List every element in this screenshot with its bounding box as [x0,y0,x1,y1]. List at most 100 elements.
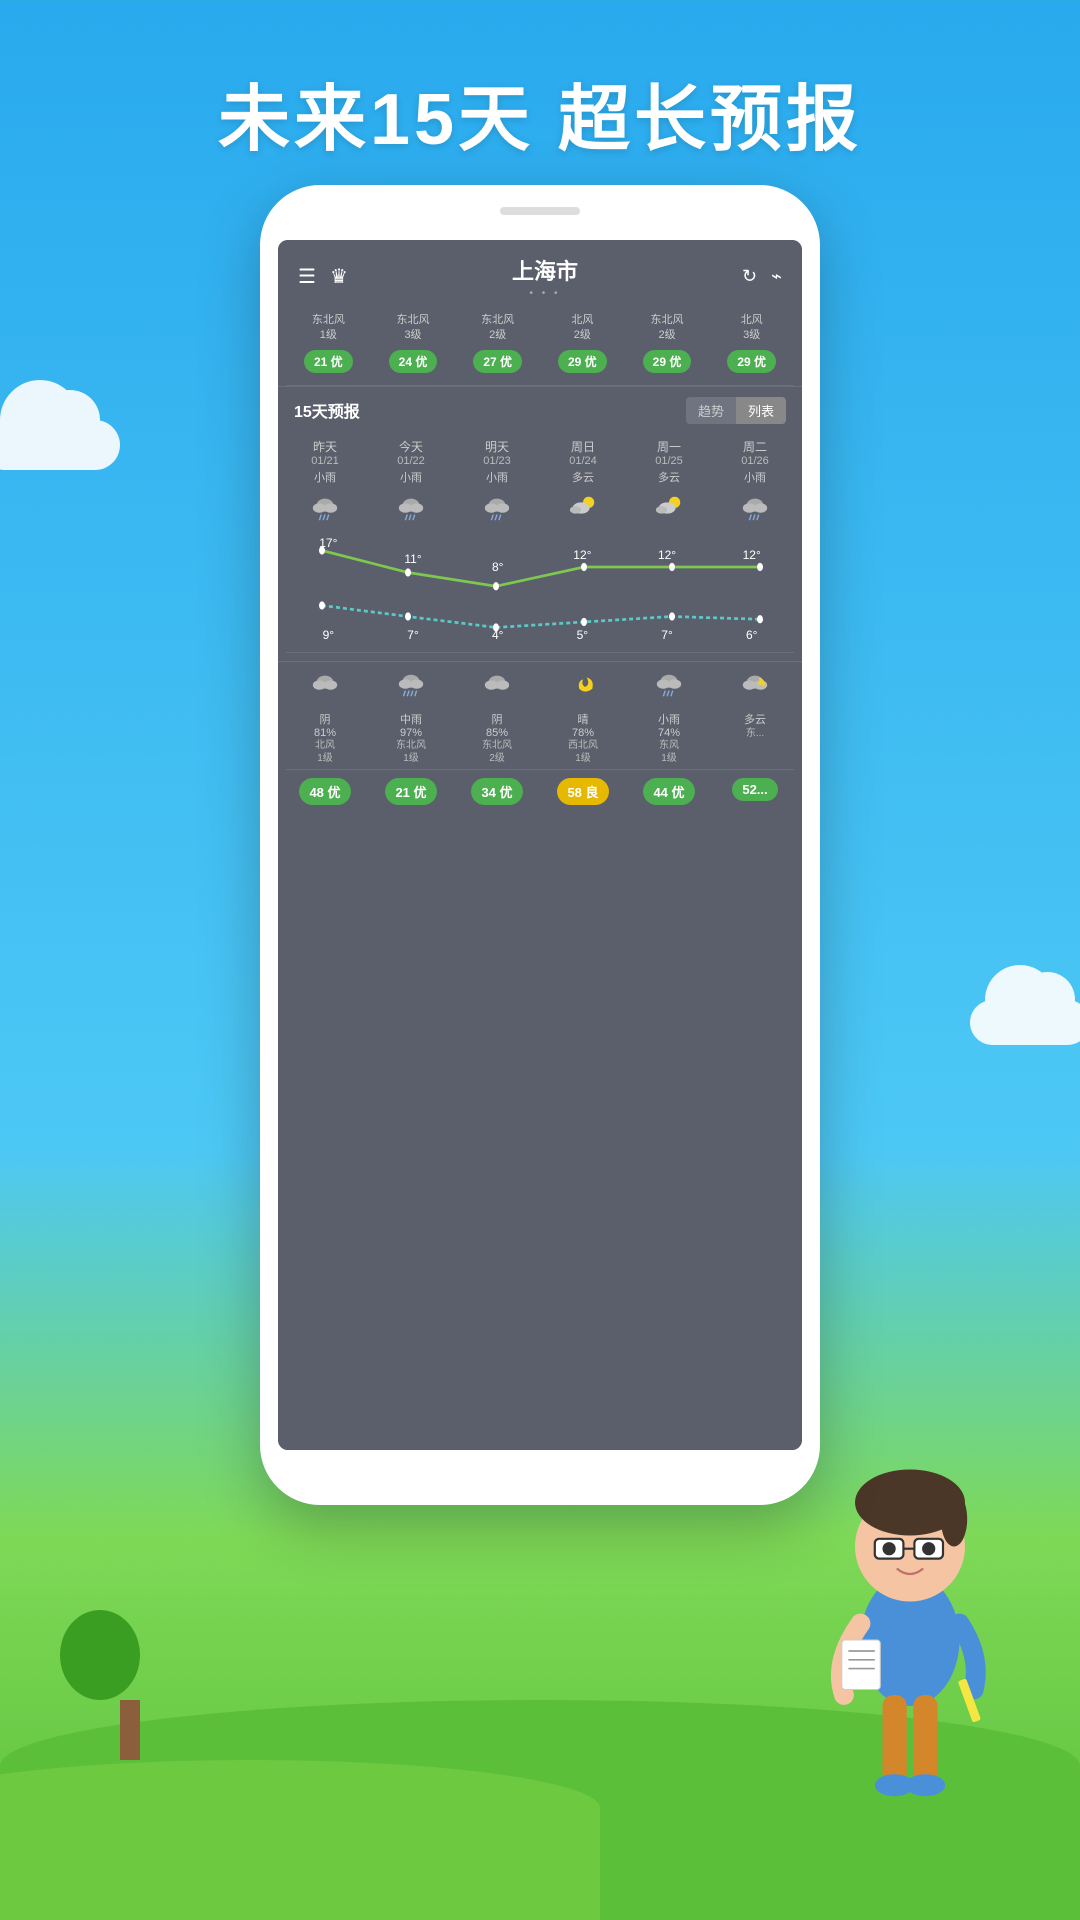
low-3: 5° [540,628,625,642]
wicon-5 [712,493,798,530]
aqi-badge-3: 29 优 [558,350,607,373]
fc-date-2: 01/23 [454,455,540,467]
baqi-col-3: 58 良 [540,778,626,805]
wind-5: 北风3级 [711,313,792,344]
trend-btn[interactable]: 趋势 [686,397,736,424]
night-col-3: 晴 78% 西北风1级 [540,670,626,765]
app-header: ☰ ♛ 上海市 • • • ↻ ⌁ [278,240,802,307]
aqi-badge-4: 29 优 [643,350,692,373]
page-title: 未来15天 超长预报 [0,60,1080,165]
cloud-left [0,420,120,470]
baqi-badge-5: 52... [732,778,777,801]
character-decoration [800,1420,1020,1800]
low-1: 7° [371,628,456,642]
fc-date-3: 01/24 [540,455,626,467]
phone-screen: ☰ ♛ 上海市 • • • ↻ ⌁ 东北风1级 21 优 [278,240,802,1450]
forecast-header: 昨天 01/21 小雨 今天 01/22 小雨 明天 01/23 小雨 周日 0… [278,432,802,489]
wind-1: 东北风3级 [373,313,454,344]
fc-col-4: 周一 01/25 多云 [626,438,712,485]
header-left: ☰ ♛ [298,264,348,289]
menu-icon[interactable]: ☰ [298,264,316,289]
night-cond-4: 小雨 [626,711,712,727]
fc-date-5: 01/26 [712,455,798,467]
fc-col-3: 周日 01/24 多云 [540,438,626,485]
aqi-col-1: 东北风3级 24 优 [373,313,454,373]
share-icon[interactable]: ⌁ [771,266,782,287]
baqi-badge-4: 44 优 [643,778,694,805]
night-pct-4: 74% [626,727,712,739]
fc-day-1: 今天 [368,438,454,455]
fc-cond-3: 多云 [540,469,626,485]
baqi-col-4: 44 优 [626,778,712,805]
city-name: 上海市 [512,254,578,286]
list-btn[interactable]: 列表 [736,397,786,424]
fc-cond-1: 小雨 [368,469,454,485]
hill-fg [0,1760,600,1920]
fc-day-2: 明天 [454,438,540,455]
night-wind-3: 西北风1级 [540,739,626,765]
baqi-col-5: 52... [712,778,798,805]
weather-icons-day [278,489,802,534]
baqi-badge-0: 48 优 [299,778,350,805]
wicon-4 [626,493,712,530]
aqi-badge-5: 29 优 [727,350,776,373]
wicon-3 [540,493,626,530]
wicon-2 [454,493,540,530]
night-icon-0 [282,670,368,707]
night-icon-4 [626,670,712,707]
night-cond-5: 多云 [712,711,798,727]
temp-chart-area: 17° 11° 8° 12° 12° 12° [278,534,802,644]
night-icons-row: 阴 81% 北风1级 [278,661,802,769]
aqi-col-5: 北风3级 29 优 [711,313,792,373]
wind-2: 东北风2级 [457,313,538,344]
night-pct-2: 85% [454,727,540,739]
refresh-icon[interactable]: ↻ [742,266,757,287]
night-col-2: 阴 85% 东北风2级 [454,670,540,765]
aqi-badge-2: 27 优 [473,350,522,373]
phone-speaker [500,207,580,215]
night-col-5: 多云 东... [712,670,798,765]
night-cond-0: 阴 [282,711,368,727]
wind-0: 东北风1级 [288,313,369,344]
low-2: 4° [455,628,540,642]
page-dots: • • • [512,288,578,299]
aqi-badge-1: 24 优 [389,350,438,373]
wicon-0 [282,493,368,530]
fc-cond-2: 小雨 [454,469,540,485]
aqi-col-2: 东北风2级 27 优 [457,313,538,373]
fc-day-4: 周一 [626,438,712,455]
wicon-1 [368,493,454,530]
aqi-col-0: 东北风1级 21 优 [288,313,369,373]
cloud-right [970,1000,1080,1045]
night-icon-2 [454,670,540,707]
fc-col-5: 周二 01/26 小雨 [712,438,798,485]
baqi-col-0: 48 优 [282,778,368,805]
night-cond-2: 阴 [454,711,540,727]
night-wind-1: 东北风1级 [368,739,454,765]
night-col-4: 小雨 74% 东风1级 [626,670,712,765]
night-pct-3: 78% [540,727,626,739]
screen-content: ☰ ♛ 上海市 • • • ↻ ⌁ 东北风1级 21 优 [278,240,802,1450]
section-title: 15天预报 [294,398,360,422]
wind-4: 东北风2级 [627,313,708,344]
fc-day-5: 周二 [712,438,798,455]
baqi-badge-3: 58 良 [557,778,608,805]
night-wind-4: 东风1级 [626,739,712,765]
night-icon-5 [712,670,798,707]
low-0: 9° [286,628,371,642]
phone-frame: ☰ ♛ 上海市 • • • ↻ ⌁ 东北风1级 21 优 [260,185,820,1505]
fc-cond-0: 小雨 [282,469,368,485]
crown-icon[interactable]: ♛ [330,264,348,289]
header-right: ↻ ⌁ [742,266,782,287]
baqi-col-1: 21 优 [368,778,454,805]
fc-cond-4: 多云 [626,469,712,485]
fc-date-4: 01/25 [626,455,712,467]
fc-date-0: 01/21 [282,455,368,467]
night-cond-1: 中雨 [368,711,454,727]
aqi-col-4: 东北风2级 29 优 [627,313,708,373]
night-wind-0: 北风1级 [282,739,368,765]
low-5: 6° [709,628,794,642]
night-col-1: 中雨 97% 东北风1级 [368,670,454,765]
aqi-col-3: 北风2级 29 优 [542,313,623,373]
fc-col-1: 今天 01/22 小雨 [368,438,454,485]
